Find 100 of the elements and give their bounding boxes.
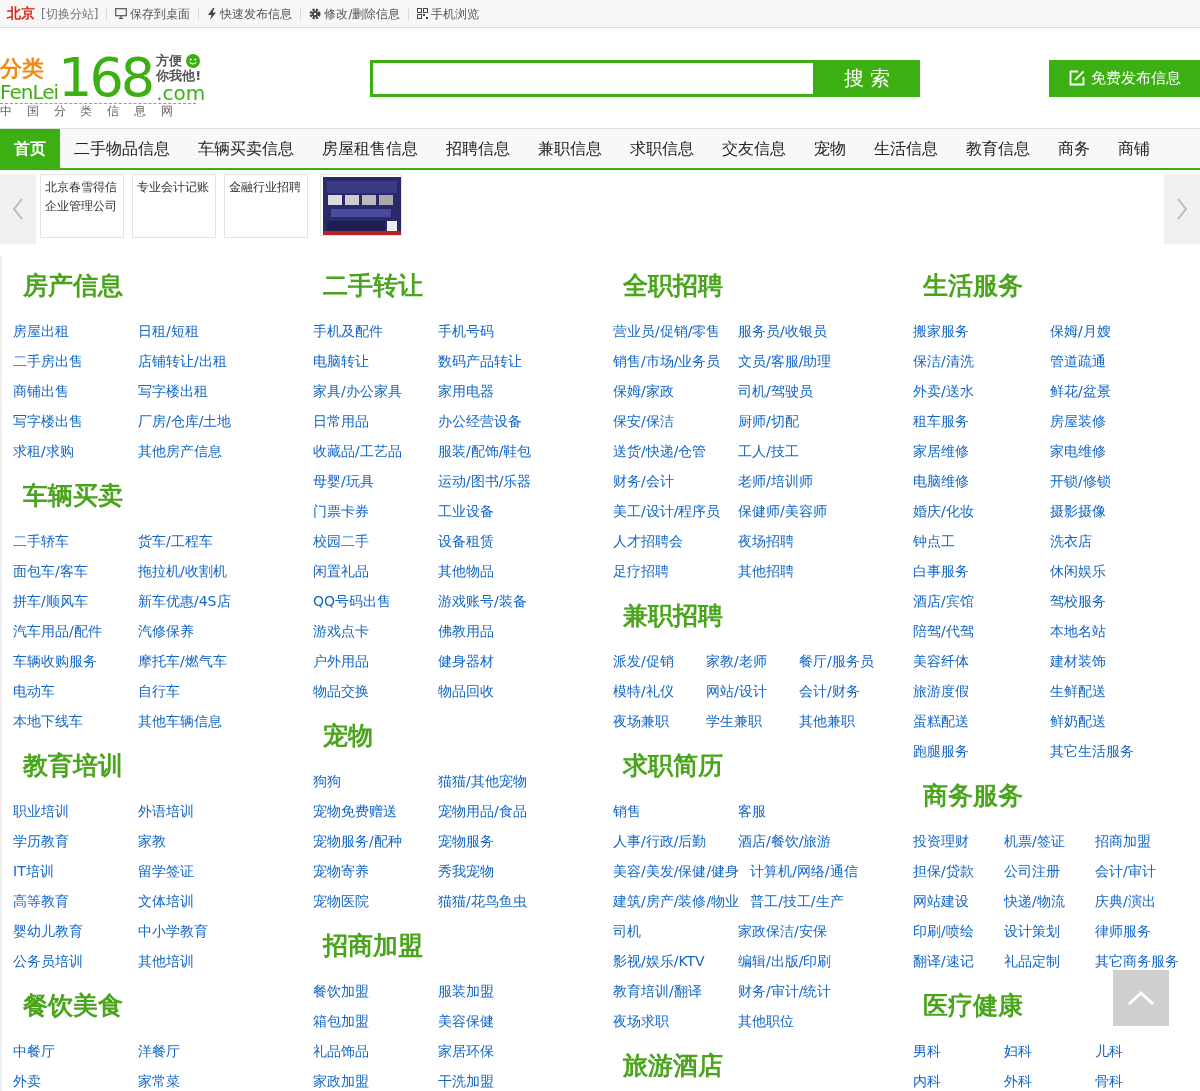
category-link[interactable]: 工业设备 [427, 500, 552, 522]
category-link[interactable]: 财务/会计 [602, 470, 727, 492]
category-link[interactable]: 服务员/收银员 [727, 320, 852, 342]
category-link[interactable]: 手机号码 [427, 320, 552, 342]
category-link[interactable]: 男科 [902, 1040, 993, 1062]
toolbar-link[interactable]: 手机浏览 [408, 7, 488, 20]
category-link[interactable]: 文体培训 [127, 890, 252, 912]
category-link[interactable]: 礼品饰品 [302, 1040, 427, 1062]
category-link[interactable]: 办公经营设备 [427, 410, 552, 432]
category-link[interactable]: 内科 [902, 1070, 993, 1091]
category-link[interactable]: 本地名站 [1039, 620, 1176, 642]
category-link[interactable]: 婴幼儿教育 [2, 920, 127, 942]
category-link[interactable]: 礼品定制 [993, 950, 1084, 972]
category-link[interactable]: 家政加盟 [302, 1070, 427, 1091]
category-link[interactable]: 网站/设计 [695, 680, 788, 702]
category-link[interactable]: 酒店/宾馆 [902, 590, 1039, 612]
category-link[interactable]: 写字楼出售 [2, 410, 127, 432]
nav-tab[interactable]: 二手物品信息 [60, 129, 184, 168]
nav-tab[interactable]: 求职信息 [616, 129, 708, 168]
category-link[interactable]: 家具/办公家具 [302, 380, 427, 402]
category-link[interactable]: 厂房/仓库/土地 [127, 410, 252, 432]
category-link[interactable]: 陪驾/代驾 [902, 620, 1039, 642]
category-link[interactable]: 派发/促销 [602, 650, 695, 672]
category-link[interactable]: 旅游度假 [902, 680, 1039, 702]
category-link[interactable]: 餐饮加盟 [302, 980, 427, 1002]
category-link[interactable]: 其它生活服务 [1039, 740, 1176, 762]
category-link[interactable]: 二手房出售 [2, 350, 127, 372]
category-link[interactable]: 洗衣店 [1039, 530, 1176, 552]
category-link[interactable]: 儿科 [1084, 1040, 1175, 1062]
category-link[interactable]: 收藏品/工艺品 [302, 440, 427, 462]
nav-tab[interactable]: 招聘信息 [432, 129, 524, 168]
category-link[interactable]: 汽车用品/配件 [2, 620, 127, 642]
nav-tab[interactable]: 兼职信息 [524, 129, 616, 168]
category-link[interactable]: 其它商务服务 [1084, 950, 1179, 972]
category-link[interactable]: 店铺转让/出租 [127, 350, 252, 372]
nav-tab[interactable]: 生活信息 [860, 129, 952, 168]
category-link[interactable]: 普工/技工/生产 [739, 890, 865, 912]
category-link[interactable]: 职业培训 [2, 800, 127, 822]
category-link[interactable]: 文员/客服/助理 [727, 350, 852, 372]
category-link[interactable]: 家居维修 [902, 440, 1039, 462]
category-link[interactable]: 人才招聘会 [602, 530, 727, 552]
ad-link[interactable]: 专业会计记账 [132, 174, 216, 238]
category-link[interactable]: 外卖 [2, 1070, 127, 1091]
category-link[interactable]: 狗狗 [302, 770, 427, 792]
category-link[interactable]: 钟点工 [902, 530, 1039, 552]
category-link[interactable]: IT培训 [2, 860, 127, 882]
back-to-top-button[interactable] [1113, 970, 1169, 1026]
category-link[interactable]: 投资理财 [902, 830, 993, 852]
category-link[interactable]: 足疗招聘 [602, 560, 727, 582]
category-link[interactable]: 游戏账号/装备 [427, 590, 552, 612]
nav-tab[interactable]: 商铺 [1104, 129, 1164, 168]
category-link[interactable]: 其他房产信息 [127, 440, 252, 462]
category-link[interactable]: 跑腿服务 [902, 740, 1039, 762]
category-link[interactable]: 计算机/网络/通信 [739, 860, 865, 882]
category-link[interactable]: 佛教用品 [427, 620, 552, 642]
category-link[interactable]: 律师服务 [1084, 920, 1175, 942]
category-link[interactable]: 高等教育 [2, 890, 127, 912]
category-link[interactable]: 招商加盟 [1084, 830, 1175, 852]
category-link[interactable]: 运动/图书/乐器 [427, 470, 552, 492]
category-link[interactable]: 销售/市场/业务员 [602, 350, 727, 372]
category-link[interactable]: 销售 [602, 800, 727, 822]
category-link[interactable]: 蛋糕配送 [902, 710, 1039, 732]
category-link[interactable]: 保洁/清洗 [902, 350, 1039, 372]
category-link[interactable]: 外科 [993, 1070, 1084, 1091]
category-link[interactable]: 家电维修 [1039, 440, 1176, 462]
category-link[interactable]: 自行车 [127, 680, 252, 702]
category-link[interactable]: 婚庆/化妆 [902, 500, 1039, 522]
category-link[interactable]: 老师/培训师 [727, 470, 852, 492]
category-link[interactable]: 拼车/顺风车 [2, 590, 127, 612]
category-link[interactable]: 面包车/客车 [2, 560, 127, 582]
category-link[interactable]: 日常用品 [302, 410, 427, 432]
toolbar-link[interactable]: 修改/删除信息 [300, 7, 409, 20]
category-link[interactable]: 担保/贷款 [902, 860, 993, 882]
category-link[interactable]: 夜场求职 [602, 1010, 727, 1032]
category-link[interactable]: 二手轿车 [2, 530, 127, 552]
category-link[interactable]: 汽修保养 [127, 620, 252, 642]
category-link[interactable]: 电脑转让 [302, 350, 427, 372]
ad-link[interactable]: 金融行业招聘 [224, 174, 308, 238]
category-link[interactable]: 建材装饰 [1039, 650, 1176, 672]
category-link[interactable]: 数码产品转让 [427, 350, 552, 372]
category-link[interactable]: 骨科 [1084, 1070, 1175, 1091]
category-link[interactable]: 夜场招聘 [727, 530, 852, 552]
category-link[interactable]: 学生兼职 [695, 710, 788, 732]
category-link[interactable]: 家居环保 [427, 1040, 552, 1062]
category-link[interactable]: 其他车辆信息 [127, 710, 252, 732]
category-link[interactable]: 宠物寄养 [302, 860, 427, 882]
category-link[interactable]: 猫猫/其他宠物 [427, 770, 552, 792]
category-link[interactable]: 夜场兼职 [602, 710, 695, 732]
category-link[interactable]: 保姆/家政 [602, 380, 727, 402]
category-link[interactable]: 鲜奶配送 [1039, 710, 1176, 732]
category-link[interactable]: 摄影摄像 [1039, 500, 1176, 522]
category-link[interactable]: 开锁/修锁 [1039, 470, 1176, 492]
category-link[interactable]: 户外用品 [302, 650, 427, 672]
category-link[interactable]: 酒店/餐饮/旅游 [727, 830, 852, 852]
search-field[interactable] [370, 59, 814, 97]
category-link[interactable]: 快递/物流 [993, 890, 1084, 912]
category-link[interactable]: 设计策划 [993, 920, 1084, 942]
category-link[interactable]: 机票/签证 [993, 830, 1084, 852]
category-link[interactable]: 编辑/出版/印刷 [727, 950, 852, 972]
category-link[interactable]: 宠物医院 [302, 890, 427, 912]
